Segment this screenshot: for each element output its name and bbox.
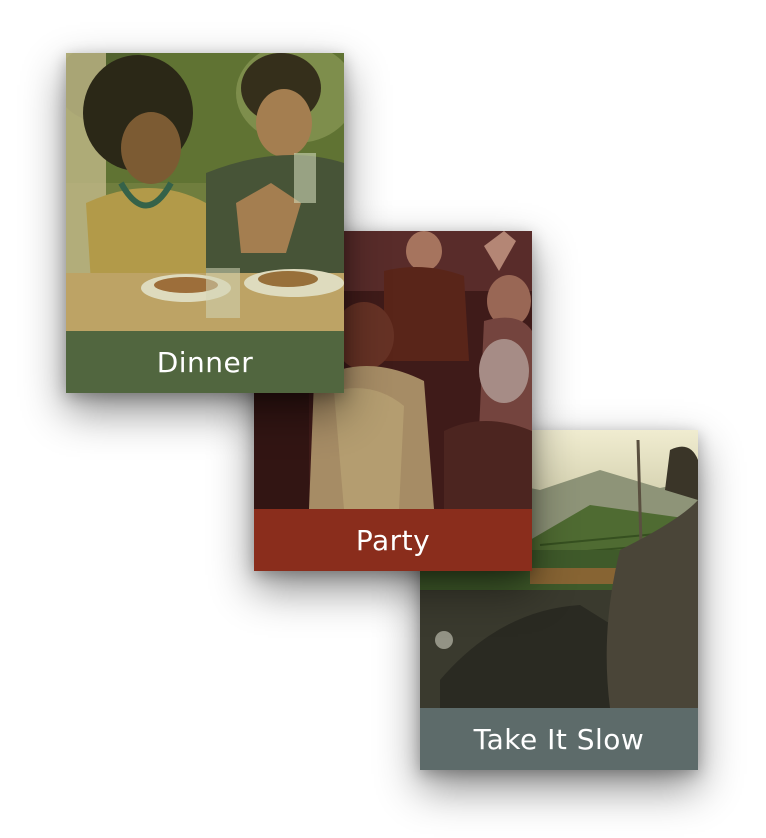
party-label: Party [355, 523, 431, 557]
take-it-slow-label-bar: Take It Slow [420, 708, 698, 770]
take-it-slow-label: Take It Slow [473, 722, 645, 756]
dinner-photo [66, 53, 344, 331]
party-label-bar: Party [254, 509, 532, 571]
mood-card-dinner[interactable]: Dinner [66, 53, 344, 393]
dinner-label-bar: Dinner [66, 331, 344, 393]
dinner-label: Dinner [156, 345, 254, 379]
